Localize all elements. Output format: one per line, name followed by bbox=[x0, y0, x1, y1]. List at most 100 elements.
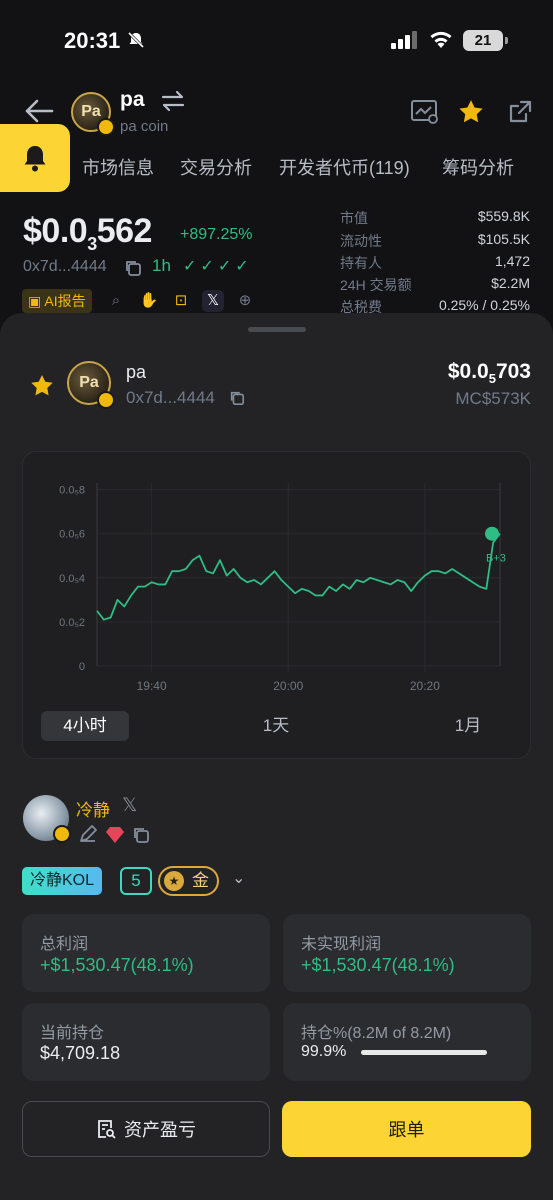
x-twitter-icon[interactable]: 𝕏 bbox=[122, 794, 137, 817]
token-price: $0.05703 bbox=[447, 360, 531, 387]
header-symbol: pa bbox=[120, 88, 145, 111]
unrealized-profit-card: 未实现利润 +$1,530.47(48.1%) bbox=[283, 914, 531, 992]
x-twitter-icon[interactable]: 𝕏 bbox=[202, 290, 224, 312]
swap-icon[interactable] bbox=[160, 90, 186, 112]
hand-wave-icon[interactable]: ✋ bbox=[138, 290, 160, 312]
price-series-line bbox=[96, 533, 501, 621]
security-checks: ✓✓✓✓ bbox=[183, 258, 253, 275]
stat-label: 持有人 bbox=[340, 255, 382, 271]
stat-value: $559.8K bbox=[477, 208, 530, 224]
favorite-star-icon[interactable] bbox=[458, 99, 484, 124]
price-change: +897.25% bbox=[180, 226, 253, 243]
stat-label: 24H 交易额 bbox=[340, 277, 412, 293]
total-profit-value: +$1,530.47(48.1%) bbox=[40, 955, 194, 975]
asset-pnl-label: 资产盈亏 bbox=[124, 1120, 196, 1140]
diamond-icon bbox=[106, 827, 124, 843]
asset-pnl-button[interactable]: 资产盈亏 bbox=[22, 1101, 270, 1157]
globe-icon[interactable]: ⊕ bbox=[234, 290, 256, 312]
battery-level: 21 bbox=[463, 30, 508, 51]
stat-value: $105.5K bbox=[477, 231, 530, 247]
tab-dev-tokens[interactable]: 开发者代币(119) bbox=[279, 154, 410, 180]
wifi-icon bbox=[430, 31, 452, 48]
copy-icon[interactable] bbox=[132, 826, 150, 844]
y-tick-label: 0.0₅4 bbox=[59, 573, 85, 585]
range-1m[interactable]: 1月 bbox=[432, 711, 504, 741]
cellular-signal-icon bbox=[391, 31, 417, 49]
y-tick-label: 0.0₅8 bbox=[59, 485, 85, 497]
copy-trade-label: 跟单 bbox=[388, 1120, 425, 1140]
stat-value: $2.2M bbox=[491, 275, 530, 291]
copy-icon[interactable] bbox=[229, 390, 245, 406]
chain-badge-icon bbox=[97, 118, 115, 136]
chart-watch-icon[interactable] bbox=[410, 99, 440, 125]
token-address: 0x7d...4444 bbox=[126, 388, 215, 407]
token-avatar: Pa bbox=[67, 361, 115, 409]
gold-coin-icon: ★ bbox=[164, 871, 184, 891]
stat-label: 流动性 bbox=[340, 233, 382, 249]
current-holding-card: 当前持仓 $4,709.18 bbox=[22, 1003, 270, 1081]
bell-mute-icon bbox=[127, 31, 145, 49]
card-label: 持仓%(8.2M of 8.2M) bbox=[301, 1025, 452, 1042]
token-symbol: pa bbox=[126, 362, 147, 382]
y-tick-label: 0.0₅2 bbox=[59, 617, 85, 629]
header-coin-name: pa coin bbox=[120, 118, 169, 135]
back-arrow-icon[interactable] bbox=[24, 98, 54, 124]
total-profit-card: 总利润 +$1,530.47(48.1%) bbox=[22, 914, 270, 992]
chain-badge-icon bbox=[97, 391, 115, 409]
x-tick-label: 20:00 bbox=[273, 679, 303, 693]
y-tick-label: 0 bbox=[79, 661, 85, 673]
ai-report-label: AI报告 bbox=[44, 293, 86, 309]
edit-icon[interactable] bbox=[78, 825, 98, 845]
trader-name[interactable]: 冷静 bbox=[76, 796, 110, 821]
bot-icon[interactable]: ⊡ bbox=[170, 290, 192, 312]
sheet-drag-handle[interactable] bbox=[248, 327, 306, 332]
position-percent-card: 持仓%(8.2M of 8.2M) 99.9% bbox=[283, 1003, 531, 1081]
search-icon[interactable]: ⌕ bbox=[105, 290, 127, 312]
position-progress-bar bbox=[361, 1050, 487, 1055]
kol-badge: 冷静KOL bbox=[22, 867, 103, 895]
unrealized-profit-value: +$1,530.47(48.1%) bbox=[301, 955, 455, 975]
level-badge: 5 bbox=[120, 867, 152, 895]
x-tick-label: 20:20 bbox=[410, 679, 440, 693]
status-time: 20:31 bbox=[64, 28, 121, 53]
current-holding-value: $4,709.18 bbox=[40, 1043, 121, 1063]
y-tick-label: 0.0₅6 bbox=[59, 529, 85, 541]
document-search-icon bbox=[98, 1120, 116, 1139]
position-percent-value: 99.9% bbox=[301, 1043, 347, 1060]
last-price-point bbox=[485, 526, 499, 541]
stat-value: 1,472 bbox=[494, 253, 530, 269]
card-label: 当前持仓 bbox=[40, 1025, 105, 1042]
timeframe-label: 1h bbox=[152, 256, 171, 275]
card-label: 总利润 bbox=[40, 936, 89, 953]
tier-label: 金 bbox=[192, 871, 209, 890]
x-tick-label: 19:40 bbox=[137, 679, 167, 693]
tab-chip-analysis[interactable]: 筹码分析 bbox=[442, 154, 514, 180]
price-line-chart[interactable]: 0.0₅8 0.0₅6 0.0₅4 0.0₅2 0 19:40 20:00 20:20 B+… bbox=[22, 451, 531, 701]
range-1d[interactable]: 1天 bbox=[240, 711, 312, 741]
price-alert-button[interactable] bbox=[0, 124, 70, 192]
share-icon[interactable] bbox=[507, 99, 533, 125]
contract-address: 0x7d...4444 bbox=[23, 258, 107, 275]
ai-report-button[interactable]: ▣ AI报告 bbox=[22, 289, 92, 313]
tab-market-info[interactable]: 市场信息 bbox=[82, 154, 154, 180]
chain-badge-icon bbox=[53, 825, 71, 843]
current-price: $0.03562 bbox=[23, 212, 152, 254]
stat-label: 市值 bbox=[340, 210, 368, 226]
range-4h[interactable]: 4小时 bbox=[41, 711, 129, 741]
copy-icon[interactable] bbox=[124, 259, 142, 277]
copy-trade-button[interactable]: 跟单 bbox=[282, 1101, 531, 1157]
position-progress-fill bbox=[361, 1050, 487, 1055]
chevron-down-icon[interactable]: ⌄ bbox=[232, 868, 245, 888]
bell-icon bbox=[24, 146, 46, 172]
buy-marker-label: B+3 bbox=[486, 553, 506, 565]
y-axis-ticks: 0.0₅8 0.0₅6 0.0₅4 0.0₅2 0 bbox=[59, 485, 85, 673]
card-label: 未实现利润 bbox=[301, 936, 382, 953]
x-axis-ticks: 19:40 20:00 20:20 bbox=[137, 679, 441, 693]
tier-badge: ★ 金 bbox=[158, 866, 219, 896]
tab-trade-analysis[interactable]: 交易分析 bbox=[180, 154, 252, 180]
chart-grid bbox=[96, 483, 501, 672]
coin-avatar: Pa bbox=[71, 92, 115, 136]
favorite-star-icon[interactable] bbox=[30, 374, 54, 397]
token-market-cap: MC$573K bbox=[455, 389, 531, 408]
stat-value: 0.25% / 0.25% bbox=[438, 297, 530, 313]
